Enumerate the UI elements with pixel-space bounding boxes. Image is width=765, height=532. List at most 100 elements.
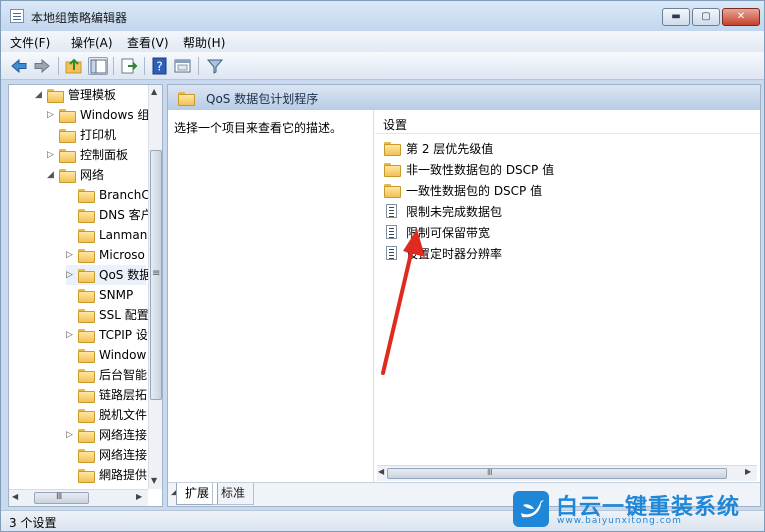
scroll-up-icon[interactable]: ▲ — [151, 87, 157, 96]
list-item-label: 限制未完成数据包 — [406, 205, 503, 219]
show-tree-icon[interactable] — [88, 57, 108, 75]
folder-icon — [78, 368, 95, 383]
window: 本地组策略编辑器 ▬ ▢ ✕ 文件(F) 操作(A) 查看(V) 帮助(H) ? — [0, 0, 765, 532]
help-icon[interactable]: ? — [150, 57, 170, 75]
bird-logo-icon — [513, 491, 549, 527]
export-list-icon[interactable] — [119, 57, 139, 75]
scroll-right-icon[interactable]: ▶ — [745, 467, 751, 476]
expand-toggle[interactable]: ◢ — [35, 85, 45, 105]
tree-item-label: 网络连接 — [99, 448, 148, 462]
menu-file[interactable]: 文件(F) — [10, 34, 50, 51]
tree-item-label: DNS 客户 — [99, 208, 153, 222]
folder-icon — [78, 248, 95, 263]
tree-pane: ◢ 管理模板 ▷ Windows 组 打印机 ▷ 控制面板 ◢ 网络 BranchC D… — [8, 84, 163, 507]
column-header-setting[interactable]: 设置 — [375, 110, 760, 134]
properties-icon[interactable] — [173, 57, 193, 75]
toolbar: ? — [1, 52, 764, 80]
tree-item-label: SNMP — [99, 288, 134, 302]
scroll-left-icon[interactable]: ◀ — [12, 492, 18, 501]
folder-icon — [78, 208, 95, 223]
column-header-label: 设置 — [383, 118, 408, 132]
folder-icon — [59, 128, 76, 143]
tree-item-label: 脱机文件 — [99, 408, 148, 422]
tree-item-label: 控制面板 — [80, 148, 129, 162]
folder-icon — [78, 408, 95, 423]
tree-item-label: 后台智能 — [99, 368, 148, 382]
expand-toggle[interactable]: ◢ — [47, 165, 57, 185]
folder-icon — [59, 108, 76, 123]
expand-toggle[interactable]: ▷ — [66, 265, 76, 285]
close-button[interactable]: ✕ — [722, 8, 760, 26]
forward-arrow-icon[interactable] — [32, 57, 52, 75]
folder-icon — [78, 388, 95, 403]
window-title: 本地组策略编辑器 — [31, 11, 128, 25]
tree-item-label: QoS 数据 — [99, 268, 152, 282]
folder-icon — [384, 162, 401, 177]
app-icon — [10, 9, 24, 23]
scroll-thumb[interactable] — [387, 468, 727, 479]
watermark-url: www.baiyunxitong.com — [557, 516, 682, 526]
minimize-button[interactable]: ▬ — [662, 8, 690, 26]
scroll-right-icon[interactable]: ▶ — [136, 492, 142, 501]
details-pane: QoS 数据包计划程序 选择一个项目来查看它的描述。 设置 第 2 层优先级值 … — [167, 84, 761, 507]
folder-icon — [384, 141, 401, 156]
tree-item-label: 打印机 — [80, 128, 117, 142]
expand-toggle[interactable]: ▷ — [47, 105, 57, 125]
folder-icon — [384, 183, 401, 198]
scroll-left-icon[interactable]: ◀ — [378, 467, 384, 476]
toolbar-separator — [144, 57, 145, 75]
list-item[interactable]: 非一致性数据包的 DSCP 值 — [384, 159, 724, 179]
list-item[interactable]: 限制未完成数据包 — [384, 201, 724, 221]
folder-icon — [78, 228, 95, 243]
tree-vertical-scrollbar[interactable]: ▲ ≡ ▼ — [148, 85, 162, 489]
back-arrow-icon[interactable] — [9, 57, 29, 75]
tree-item-label: 网络 — [80, 168, 105, 182]
list-item[interactable]: 第 2 层优先级值 — [384, 138, 724, 158]
maximize-button[interactable]: ▢ — [692, 8, 720, 26]
tree-horizontal-scrollbar[interactable]: ◀ Ⅲ ▶ — [9, 489, 148, 506]
tree-item-label: 链路层拓 — [99, 388, 148, 402]
tree-item-label: TCPIP 设 — [99, 328, 148, 342]
tree-item-qos[interactable]: ▷ QoS 数据 — [66, 265, 151, 285]
folder-icon — [78, 428, 95, 443]
expand-toggle[interactable]: ▷ — [47, 145, 57, 165]
folder-icon — [59, 168, 76, 183]
tree-item-label: Window — [99, 348, 147, 362]
panel-header: QoS 数据包计划程序 — [168, 85, 760, 110]
folder-icon — [78, 288, 95, 303]
watermark: 白云一键重装系统 www.baiyunxitong.com — [513, 489, 763, 529]
folder-icon — [78, 448, 95, 463]
scroll-grip-icon: Ⅲ — [487, 468, 493, 477]
menu-action[interactable]: 操作(A) — [71, 34, 113, 51]
panel-title: QoS 数据包计划程序 — [206, 92, 319, 106]
folder-icon — [78, 348, 95, 363]
menu-view[interactable]: 查看(V) — [127, 34, 169, 51]
filter-icon[interactable] — [205, 57, 225, 75]
tree-item-label: Windows 组 — [80, 108, 150, 122]
list-item-label: 第 2 层优先级值 — [406, 142, 494, 156]
expand-toggle[interactable]: ▷ — [66, 245, 76, 265]
up-folder-icon[interactable] — [64, 57, 84, 75]
annotation-arrow — [381, 229, 425, 375]
scroll-down-icon[interactable]: ▼ — [151, 476, 157, 485]
folder-icon — [59, 148, 76, 163]
list-horizontal-scrollbar[interactable]: ◀ Ⅲ ▶ — [377, 465, 757, 481]
folder-icon — [78, 188, 95, 203]
tree-item-label: 网络连接 — [99, 428, 148, 442]
title-bar[interactable]: 本地组策略编辑器 ▬ ▢ ✕ — [1, 1, 764, 31]
toolbar-separator — [58, 57, 59, 75]
folder-icon — [78, 308, 95, 323]
expand-toggle[interactable]: ▷ — [66, 425, 76, 445]
tree-item-label: 網路提供 — [99, 468, 148, 482]
list-item[interactable]: 一致性数据包的 DSCP 值 — [384, 180, 724, 200]
expand-toggle[interactable]: ▷ — [66, 325, 76, 345]
scroll-grip-icon: Ⅲ — [56, 492, 63, 502]
tree-item-label: Lanman — [99, 228, 148, 242]
toolbar-separator — [113, 57, 114, 75]
tab-standard[interactable]: 标准 — [212, 483, 255, 505]
menu-help[interactable]: 帮助(H) — [183, 34, 225, 51]
folder-icon — [78, 468, 95, 483]
folder-icon — [78, 328, 95, 343]
folder-icon — [78, 268, 95, 283]
tree-item-label: 管理模板 — [68, 88, 117, 102]
